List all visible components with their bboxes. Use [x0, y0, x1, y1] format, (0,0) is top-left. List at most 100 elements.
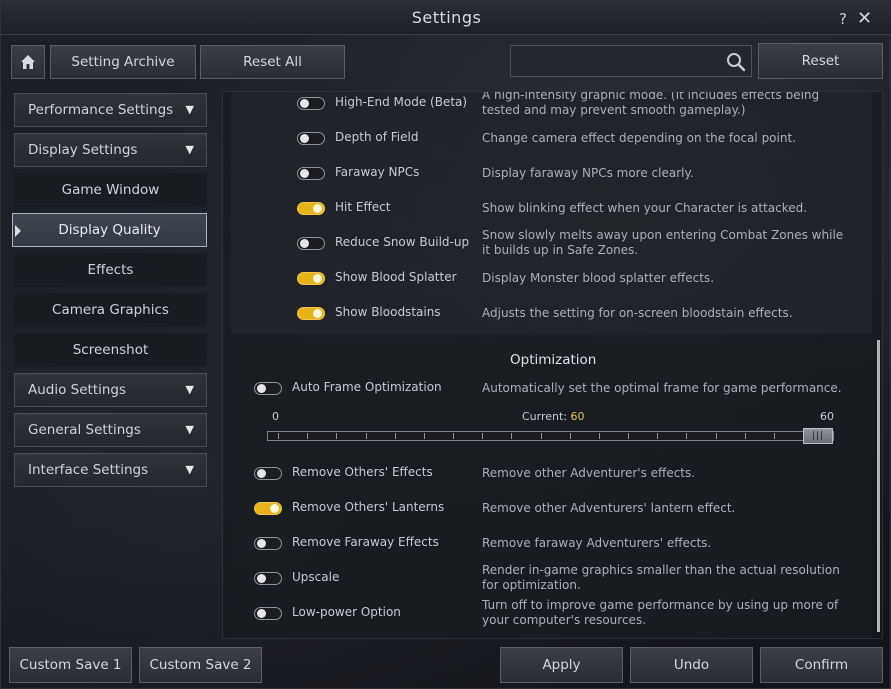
reset-button[interactable]: Reset [758, 43, 883, 79]
sidebar-item-label: Camera Graphics [52, 302, 169, 318]
sidebar-item-effects[interactable]: Effects [14, 253, 207, 287]
option-description: Remove other Adventurer's effects. [482, 466, 696, 480]
current-value: 60 [570, 410, 585, 423]
toggle-show-bloodstains[interactable] [297, 307, 325, 320]
toggle-hit-effect[interactable] [297, 202, 325, 215]
option-label: Remove Others' Effects [292, 465, 433, 479]
toggle-high-end-mode[interactable] [297, 97, 325, 110]
sidebar-item-game-window[interactable]: Game Window [14, 173, 207, 207]
sidebar-item-display-quality[interactable]: Display Quality [12, 213, 207, 247]
option-label: Auto Frame Optimization [292, 380, 442, 394]
settings-window: Settings ? ✕ Setting Archive Reset All R… [0, 0, 891, 689]
option-description: Display Monster blood splatter effects. [482, 271, 715, 285]
slider-current-label: Current: 60 [522, 410, 585, 423]
slider-tick [336, 433, 337, 439]
chevron-down-icon: ▼ [185, 103, 194, 116]
option-description: Render in-game graphics smaller than the… [482, 563, 840, 592]
sidebar-item-camera-graphics[interactable]: Camera Graphics [14, 293, 207, 327]
toggle-reduce-snow-build-up[interactable] [297, 237, 325, 250]
option-description: Remove faraway Adventurers' effects. [482, 536, 712, 550]
slider-tick [511, 433, 512, 439]
home-icon [21, 55, 35, 69]
toggle-remove-others-lanterns[interactable] [254, 502, 282, 515]
sidebar-item-audio-settings[interactable]: Audio Settings ▼ [14, 373, 207, 407]
slider-tick [453, 433, 454, 439]
option-label: Remove Others' Lanterns [292, 500, 445, 514]
option-description: Show blinking effect when your Character… [482, 201, 808, 215]
slider-tick [745, 433, 746, 439]
apply-button[interactable]: Apply [500, 647, 623, 683]
custom-save-1-button[interactable]: Custom Save 1 [9, 647, 132, 683]
setting-archive-button[interactable]: Setting Archive [50, 45, 196, 79]
sidebar-item-performance-settings[interactable]: Performance Settings ▼ [14, 93, 207, 127]
slider-tick [628, 433, 629, 439]
option-label: Upscale [292, 570, 340, 584]
toggle-remove-faraway-effects[interactable] [254, 537, 282, 550]
option-label: Remove Faraway Effects [292, 535, 439, 549]
slider-tick [774, 433, 775, 439]
option-label: Hit Effect [335, 200, 391, 214]
sidebar-item-label: Display Quality [58, 222, 161, 238]
sidebar-item-display-settings[interactable]: Display Settings ▼ [14, 133, 207, 167]
chevron-down-icon: ▼ [185, 383, 194, 396]
slider-tick [599, 433, 600, 439]
slider-tick [278, 433, 279, 439]
slider-tick [657, 433, 658, 439]
option-description: Display faraway NPCs more clearly. [482, 166, 694, 180]
window-title: Settings [411, 8, 482, 27]
toggle-remove-others-effects[interactable] [254, 467, 282, 480]
chevron-down-icon: ▼ [185, 463, 194, 476]
option-label: Show Bloodstains [335, 305, 441, 319]
toggle-upscale[interactable] [254, 572, 282, 585]
chevron-down-icon: ▼ [185, 143, 194, 156]
option-label: Show Blood Splatter [335, 270, 457, 284]
option-label: Reduce Snow Build-up [335, 235, 470, 249]
option-label: Depth of Field [335, 130, 419, 144]
close-icon[interactable]: ✕ [857, 8, 872, 29]
search-icon[interactable] [725, 51, 747, 73]
toggle-low-power-option[interactable] [254, 607, 282, 620]
sidebar-item-label: Screenshot [72, 342, 149, 358]
slider-tick [395, 433, 396, 439]
sidebar-item-label: Performance Settings [28, 102, 174, 118]
option-description: Automatically set the optimal frame for … [482, 381, 842, 395]
toggle-auto-frame-optimization[interactable] [254, 382, 282, 395]
slider-min-label: 0 [272, 410, 279, 423]
search-input[interactable] [517, 52, 717, 72]
slider-tick [716, 433, 717, 439]
toggle-depth-of-field[interactable] [297, 132, 325, 145]
undo-button[interactable]: Undo [630, 647, 753, 683]
option-description: Change camera effect depending on the fo… [482, 131, 796, 145]
sidebar-item-label: General Settings [28, 422, 141, 438]
slider-thumb[interactable]: ||| [803, 428, 833, 444]
sidebar-item-screenshot[interactable]: Screenshot [14, 333, 207, 367]
slider-tick [482, 433, 483, 439]
sidebar-item-label: Interface Settings [28, 462, 149, 478]
slider-tick [686, 433, 687, 439]
scrollbar[interactable] [877, 340, 880, 632]
slider-tick [307, 433, 308, 439]
option-description: Adjusts the setting for on-screen bloods… [482, 306, 793, 320]
option-description: Remove other Adventurers' lantern effect… [482, 501, 736, 515]
sidebar-item-interface-settings[interactable]: Interface Settings ▼ [14, 453, 207, 487]
confirm-button[interactable]: Confirm [760, 647, 883, 683]
sidebar-item-general-settings[interactable]: General Settings ▼ [14, 413, 207, 447]
home-button[interactable] [11, 45, 45, 79]
sidebar-item-label: Audio Settings [28, 382, 127, 398]
slider-tick [541, 433, 542, 439]
slider-tick [424, 433, 425, 439]
option-label: High-End Mode (Beta) [335, 95, 468, 109]
help-icon[interactable]: ? [839, 10, 847, 28]
reset-all-button[interactable]: Reset All [200, 45, 345, 79]
option-description: A high-intensity graphic mode. (It inclu… [482, 91, 820, 117]
toggle-show-blood-splatter[interactable] [297, 272, 325, 285]
frame-slider[interactable]: ||| [267, 428, 834, 444]
chevron-down-icon: ▼ [185, 423, 194, 436]
toggle-faraway-npcs[interactable] [297, 167, 325, 180]
slider-tick [366, 433, 367, 439]
current-label: Current: [522, 410, 568, 423]
option-description: Turn off to improve game performance by … [482, 598, 839, 627]
slider-tick [570, 433, 571, 439]
sidebar-item-label: Game Window [61, 182, 160, 198]
custom-save-2-button[interactable]: Custom Save 2 [139, 647, 262, 683]
